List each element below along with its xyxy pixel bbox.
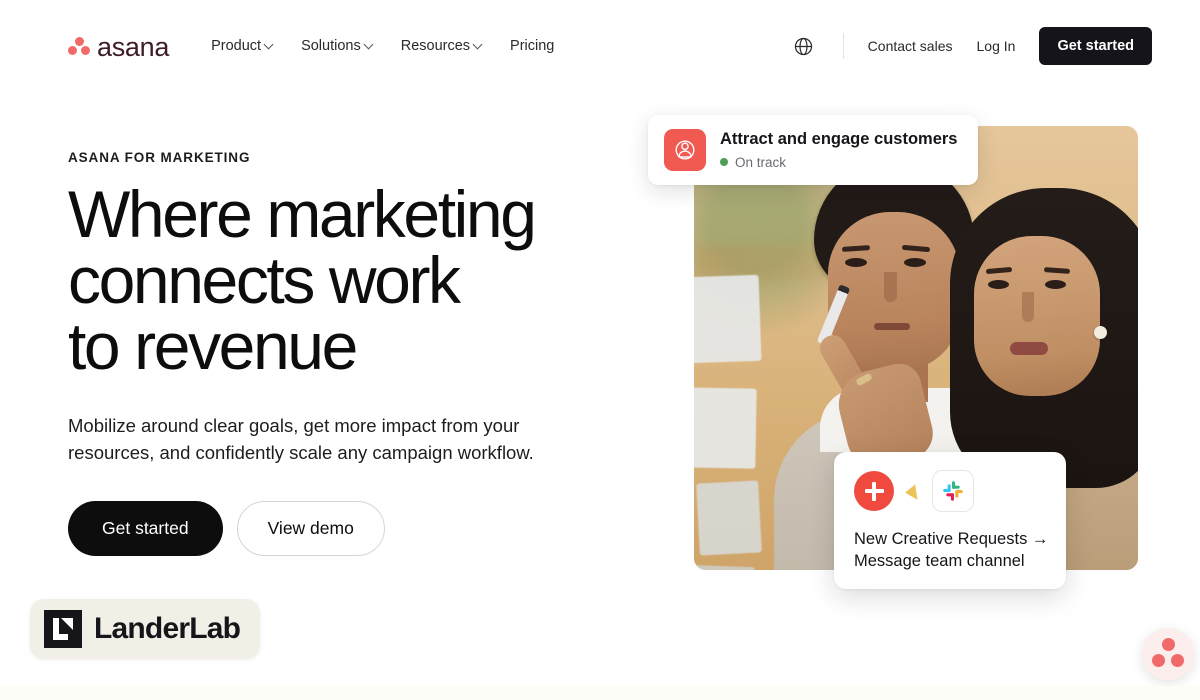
person-target-icon: [664, 129, 706, 171]
hero-subhead: Mobilize around clear goals, get more im…: [68, 415, 534, 463]
globe-icon[interactable]: [791, 33, 817, 59]
plus-circle-icon[interactable]: [854, 471, 894, 511]
site-header: asana Product Solutions Resources Pricin…: [0, 0, 1200, 92]
chevron-down-icon: [474, 40, 482, 48]
slack-integration-card: New Creative Requests → Message team cha…: [834, 452, 1066, 589]
nav-item-solutions[interactable]: Solutions: [301, 38, 373, 54]
primary-nav: Product Solutions Resources Pricing: [211, 38, 554, 54]
goal-card-status: On track: [720, 155, 957, 170]
page-bottom-strip: [0, 686, 1200, 700]
goal-card-title: Attract and engage customers: [720, 130, 958, 149]
hero-headline-line-1: Where marketing: [68, 177, 537, 251]
goal-card-status-label: On track: [735, 154, 787, 170]
slack-logo-icon[interactable]: [932, 470, 974, 512]
landerlab-mark-icon: [44, 610, 82, 648]
slack-card-line-1: New Creative Requests →: [854, 530, 1049, 548]
asana-logo[interactable]: asana: [68, 33, 169, 60]
chevron-down-icon: [365, 40, 373, 48]
chat-widget-button[interactable]: [1142, 628, 1194, 680]
asana-wordmark: asana: [97, 31, 170, 62]
nav-item-pricing[interactable]: Pricing: [510, 38, 554, 54]
hero-eyebrow: ASANA FOR MARKETING: [68, 150, 251, 165]
contact-sales-link[interactable]: Contact sales: [868, 38, 953, 54]
hero-headline-line-3: to revenue: [68, 309, 358, 383]
hero-view-demo-button[interactable]: View demo: [236, 500, 385, 556]
asana-dots-logo-icon: [68, 36, 90, 56]
header-divider: [842, 33, 844, 59]
hero-headline-line-2: connects work: [68, 243, 461, 317]
landerlab-badge[interactable]: LanderLab: [30, 599, 261, 659]
header-get-started-button[interactable]: Get started: [1039, 27, 1152, 65]
sparkle-icon: [904, 482, 922, 500]
nav-item-product-label: Product: [211, 38, 262, 54]
status-dot-icon: [720, 158, 728, 167]
header-actions: Contact sales Log In Get started: [791, 27, 1152, 65]
goal-card: Attract and engage customers On track: [648, 115, 978, 185]
nav-item-product[interactable]: Product: [211, 38, 273, 54]
hero-headline: Where marketing connects work to revenue: [68, 181, 588, 379]
nav-item-pricing-label: Pricing: [510, 38, 555, 54]
hero-get-started-button[interactable]: Get started: [68, 500, 223, 556]
log-in-link[interactable]: Log In: [977, 38, 1016, 54]
chevron-down-icon: [265, 40, 273, 48]
hero-content: ASANA FOR MARKETING Where marketing conn…: [68, 150, 588, 556]
nav-item-resources[interactable]: Resources: [401, 38, 482, 54]
landerlab-label: LanderLab: [94, 612, 241, 645]
nav-item-resources-label: Resources: [400, 38, 471, 54]
goal-card-text: Attract and engage customers On track: [720, 130, 957, 170]
asana-dots-chat-icon: [1161, 638, 1175, 651]
slack-card-icons: [854, 470, 1046, 512]
slack-card-line-2: Message team channel: [854, 552, 1025, 571]
nav-item-solutions-label: Solutions: [301, 38, 361, 54]
hero-cta-group: Get started View demo: [68, 500, 588, 556]
